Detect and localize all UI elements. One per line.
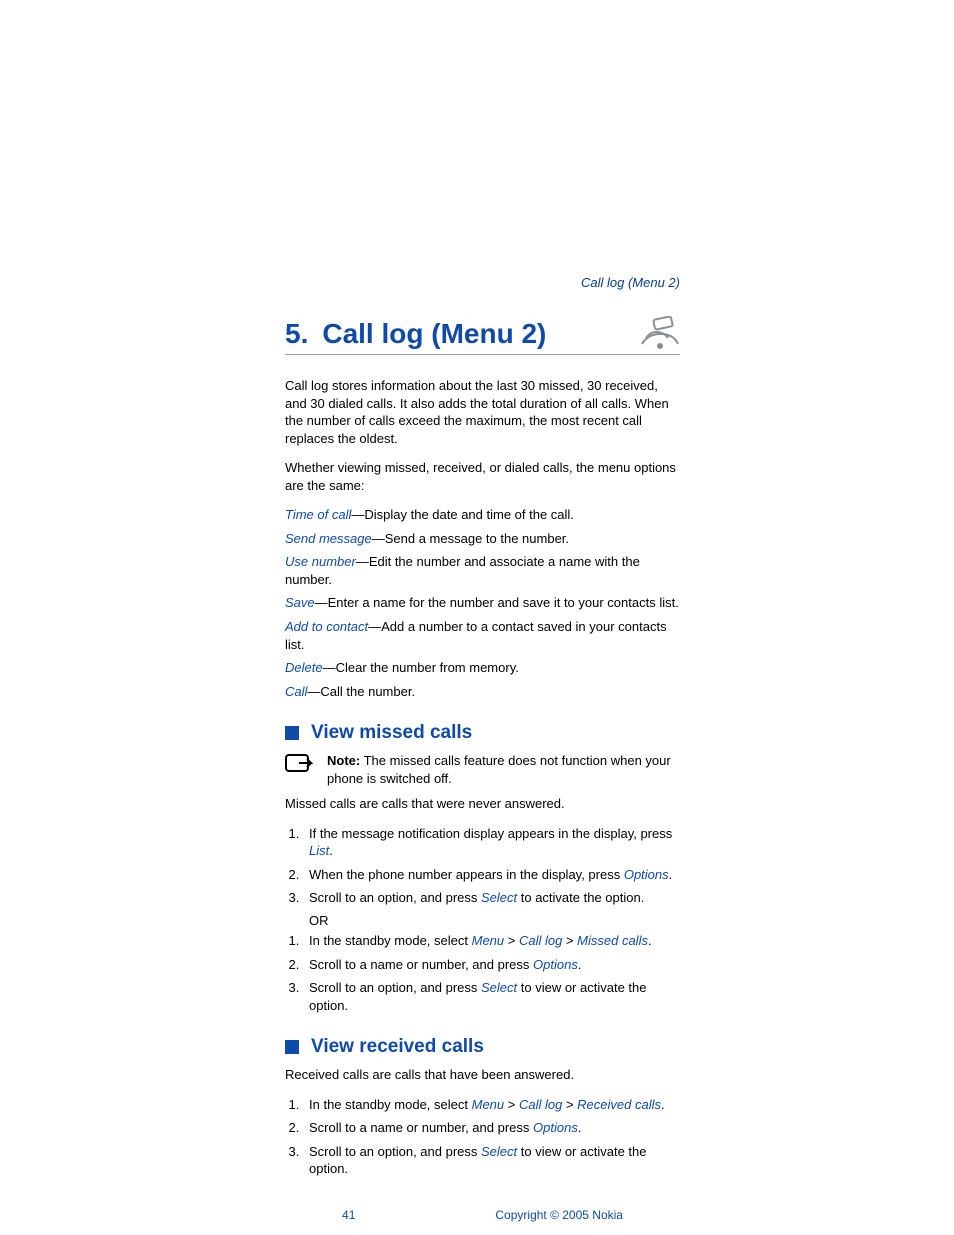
- list-item: When the phone number appears in the dis…: [303, 866, 680, 884]
- page: Call log (Menu 2) 5. Call log (Menu 2) Ca…: [0, 0, 954, 1235]
- softkey-link: Options: [533, 957, 578, 972]
- step-text: Scroll to an option, and press: [309, 890, 481, 905]
- softkey-link: Select: [481, 980, 517, 995]
- steps-list: If the message notification display appe…: [285, 825, 680, 907]
- menu-link: Menu: [472, 933, 505, 948]
- option-line: Delete—Clear the number from memory.: [285, 659, 680, 677]
- note-text: Note: The missed calls feature does not …: [327, 752, 680, 787]
- steps-list: In the standby mode, select Menu > Call …: [285, 932, 680, 1014]
- phone-icon: [640, 316, 680, 350]
- sep: >: [562, 1097, 577, 1112]
- note-icon: [285, 754, 313, 781]
- step-text: Scroll to an option, and press: [309, 1144, 481, 1159]
- softkey-link: Select: [481, 890, 517, 905]
- menu-link: Received calls: [577, 1097, 661, 1112]
- section-title: View missed calls: [311, 722, 472, 744]
- chapter-number: 5.: [285, 318, 308, 349]
- chapter-heading-row: 5. Call log (Menu 2): [285, 316, 680, 355]
- option-desc: —Display the date and time of the call.: [351, 507, 574, 522]
- page-number: 41: [342, 1208, 355, 1222]
- option-line: Send message—Send a message to the numbe…: [285, 530, 680, 548]
- list-item: In the standby mode, select Menu > Call …: [303, 932, 680, 950]
- intro-paragraph: Call log stores information about the la…: [285, 377, 680, 447]
- softkey-link: Options: [533, 1120, 578, 1135]
- content-column: Call log (Menu 2) 5. Call log (Menu 2) Ca…: [285, 275, 680, 1222]
- option-desc: —Call the number.: [307, 684, 415, 699]
- step-text: Scroll to an option, and press: [309, 980, 481, 995]
- step-text: When the phone number appears in the dis…: [309, 867, 624, 882]
- menu-link: Menu: [472, 1097, 505, 1112]
- softkey-link: List: [309, 843, 329, 858]
- softkey-link: Options: [624, 867, 669, 882]
- note-label: Note:: [327, 753, 360, 768]
- option-name: Add to contact: [285, 619, 368, 634]
- option-line: Call—Call the number.: [285, 683, 680, 701]
- list-item: Scroll to a name or number, and press Op…: [303, 1119, 680, 1137]
- option-name: Send message: [285, 531, 372, 546]
- step-text: .: [648, 933, 652, 948]
- step-text: If the message notification display appe…: [309, 826, 672, 841]
- or-separator: OR: [309, 913, 680, 928]
- step-text: Scroll to a name or number, and press: [309, 957, 533, 972]
- option-desc: —Clear the number from memory.: [323, 660, 519, 675]
- note-block: Note: The missed calls feature does not …: [285, 752, 680, 787]
- list-item: Scroll to an option, and press Select to…: [303, 889, 680, 907]
- list-item: Scroll to a name or number, and press Op…: [303, 956, 680, 974]
- softkey-link: Select: [481, 1144, 517, 1159]
- square-bullet-icon: [285, 1040, 299, 1054]
- step-text: In the standby mode, select: [309, 933, 472, 948]
- step-text: .: [669, 867, 673, 882]
- page-footer: 41 Copyright © 2005 Nokia: [285, 1208, 680, 1222]
- option-line: Add to contact—Add a number to a contact…: [285, 618, 680, 653]
- list-item: Scroll to an option, and press Select to…: [303, 1143, 680, 1178]
- sep: >: [562, 933, 577, 948]
- step-text: to activate the option.: [517, 890, 644, 905]
- chapter-title-text: Call log (Menu 2): [322, 318, 546, 349]
- section-heading: View received calls: [285, 1036, 680, 1058]
- option-name: Save: [285, 595, 315, 610]
- step-text: .: [578, 957, 582, 972]
- section-title: View received calls: [311, 1036, 484, 1058]
- list-item: Scroll to an option, and press Select to…: [303, 979, 680, 1014]
- menu-link: Missed calls: [577, 933, 648, 948]
- step-text: .: [329, 843, 333, 858]
- option-line: Time of call—Display the date and time o…: [285, 506, 680, 524]
- list-item: If the message notification display appe…: [303, 825, 680, 860]
- option-line: Use number—Edit the number and associate…: [285, 553, 680, 588]
- intro-paragraph: Whether viewing missed, received, or dia…: [285, 459, 680, 494]
- step-text: .: [661, 1097, 665, 1112]
- option-name: Time of call: [285, 507, 351, 522]
- step-text: Scroll to a name or number, and press: [309, 1120, 533, 1135]
- copyright-text: Copyright © 2005 Nokia: [495, 1208, 623, 1222]
- menu-link: Call log: [519, 933, 562, 948]
- steps-list: In the standby mode, select Menu > Call …: [285, 1096, 680, 1178]
- option-name: Call: [285, 684, 307, 699]
- section-lead: Received calls are calls that have been …: [285, 1066, 680, 1084]
- list-item: In the standby mode, select Menu > Call …: [303, 1096, 680, 1114]
- sep: >: [504, 933, 519, 948]
- section-heading: View missed calls: [285, 722, 680, 744]
- option-desc: —Send a message to the number.: [372, 531, 569, 546]
- note-body: The missed calls feature does not functi…: [327, 753, 671, 786]
- step-text: In the standby mode, select: [309, 1097, 472, 1112]
- option-desc: —Enter a name for the number and save it…: [315, 595, 679, 610]
- option-line: Save—Enter a name for the number and sav…: [285, 594, 680, 612]
- running-head: Call log (Menu 2): [285, 275, 680, 290]
- chapter-heading: 5. Call log (Menu 2): [285, 318, 546, 350]
- option-name: Delete: [285, 660, 323, 675]
- step-text: .: [578, 1120, 582, 1135]
- sep: >: [504, 1097, 519, 1112]
- menu-link: Call log: [519, 1097, 562, 1112]
- square-bullet-icon: [285, 726, 299, 740]
- option-name: Use number: [285, 554, 356, 569]
- section-lead: Missed calls are calls that were never a…: [285, 795, 680, 813]
